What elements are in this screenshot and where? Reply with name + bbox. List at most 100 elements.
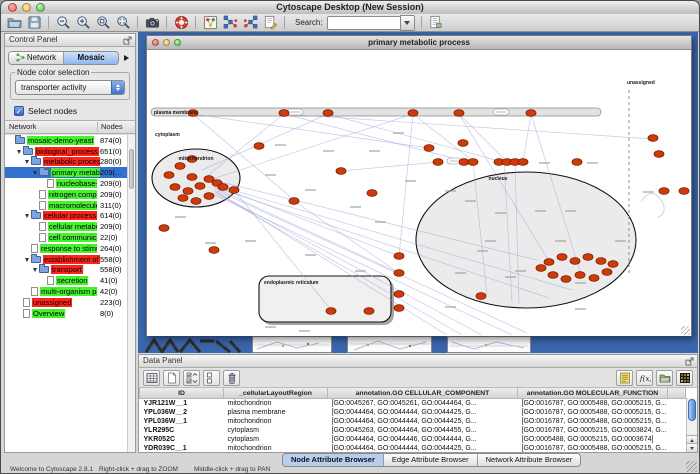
tree-item-secretion[interactable]: secretion41(0): [5, 275, 135, 286]
column-header-id[interactable]: ID: [140, 388, 224, 399]
heatmap-button[interactable]: [676, 370, 693, 386]
formula-button[interactable]: f(x): [636, 370, 653, 386]
graph-node[interactable]: [159, 225, 169, 232]
tree-item-cellular-metabo[interactable]: cellular metabo209(0): [5, 221, 135, 232]
delete-attribute-button[interactable]: [223, 370, 240, 386]
network-graph[interactable]: plasma membranecytoplasmmitochondrionnuc…: [147, 50, 691, 335]
window-resize-grip[interactable]: [686, 461, 697, 472]
window-titlebar[interactable]: Cytoscape Desktop (New Session): [1, 1, 699, 15]
graph-node[interactable]: [476, 293, 486, 300]
graph-node[interactable]: [175, 163, 185, 170]
table-cell[interactable]: [GO:0016787, GO:0005488, GO:0005215, G..…: [518, 399, 668, 409]
graph-node[interactable]: [583, 254, 593, 261]
expander-icon[interactable]: [31, 265, 39, 274]
save-session-button[interactable]: [26, 15, 42, 31]
tree-item-mosaic-demo-yeast[interactable]: mosaic-demo-yeast874(0): [5, 135, 135, 146]
graph-node[interactable]: [187, 174, 197, 181]
new-attribute-button[interactable]: [163, 370, 180, 386]
scroll-down-button[interactable]: [687, 443, 697, 452]
column-header-annotation-go-molecular-function[interactable]: annotation.GO MOLECULAR_FUNCTION: [518, 388, 668, 399]
tree-item-response-to-stimul[interactable]: response to stimul264(0): [5, 243, 135, 254]
help-button[interactable]: [173, 15, 189, 31]
table-cell[interactable]: [GO:0045263, GO:0044464, GO:0044455, G..…: [328, 426, 518, 435]
search-dropdown-button[interactable]: [400, 15, 415, 31]
graph-node[interactable]: [575, 272, 585, 279]
network-import-button[interactable]: [222, 15, 238, 31]
select-nodes-checkbox[interactable]: ✓: [14, 106, 24, 116]
background-window-fragment[interactable]: [252, 336, 332, 353]
tree-item-multi-organism-pro[interactable]: multi-organism pro42(0): [5, 286, 135, 297]
tree-item-transport[interactable]: transport558(0): [5, 265, 135, 276]
tree-scrollbar-thumb[interactable]: [129, 149, 134, 189]
graph-node[interactable]: [602, 269, 612, 276]
graph-node[interactable]: [204, 193, 214, 200]
table-cell[interactable]: mitochondrion: [224, 417, 328, 426]
table-cell[interactable]: [GO:0016787, GO:0005488, GO:0005215, G..…: [518, 417, 668, 426]
graph-node[interactable]: [544, 259, 554, 266]
table-cell[interactable]: plasma membrane: [224, 408, 328, 417]
table-cell[interactable]: [GO:0044464, GO:0044444, GO:0044425, G..…: [328, 444, 518, 452]
table-cell[interactable]: [GO:0045267, GO:0045261, GO:0044464, G..…: [328, 399, 518, 409]
plugin-button[interactable]: [428, 15, 444, 31]
zoom-selected-button[interactable]: [95, 15, 111, 31]
table-cell[interactable]: [GO:0044464, GO:0044446, GO:0044444, G..…: [328, 435, 518, 444]
graph-node[interactable]: [209, 247, 219, 254]
graph-node[interactable]: [289, 198, 299, 205]
table-cell[interactable]: YPL036W__1: [140, 417, 224, 426]
search-input[interactable]: [327, 16, 400, 30]
tree-item-establishment-of-lo[interactable]: establishment of lo558(0): [5, 254, 135, 265]
table-scrollbar-thumb[interactable]: [688, 399, 696, 421]
tree-item-primary-metabo[interactable]: primary metabo209(...: [5, 167, 135, 178]
network-canvas[interactable]: plasma membranecytoplasmmitochondrionnuc…: [147, 50, 691, 336]
graph-node[interactable]: [572, 159, 582, 166]
expander-icon[interactable]: [23, 255, 31, 264]
tree-item-cell-communicat[interactable]: cell communicat22(0): [5, 232, 135, 243]
snapshot-button[interactable]: [144, 15, 160, 31]
graph-node[interactable]: [170, 184, 180, 191]
table-cell[interactable]: YJR121W__1: [140, 399, 224, 409]
minimize-button[interactable]: [163, 39, 170, 46]
column-header-cellularlayoutregion[interactable]: _cellularLayoutRegion: [224, 388, 328, 399]
expander-icon[interactable]: [31, 168, 39, 177]
tree-column-network[interactable]: Network: [5, 122, 37, 131]
table-cell[interactable]: cytoplasm: [224, 426, 328, 435]
table-cell[interactable]: YPL036W__2: [140, 408, 224, 417]
float-panel-button[interactable]: [685, 357, 694, 366]
background-window-fragment[interactable]: [447, 336, 531, 353]
graph-node[interactable]: [648, 135, 658, 142]
column-divider[interactable]: [97, 122, 98, 132]
graph-node[interactable]: [679, 188, 689, 195]
tree-item-biological-process[interactable]: biological_process651(0): [5, 146, 135, 157]
tree-item-overview[interactable]: Overview8(0): [5, 308, 135, 319]
graph-node[interactable]: [468, 159, 478, 166]
graph-node[interactable]: [394, 270, 404, 277]
graph-node[interactable]: [424, 145, 434, 152]
table-cell[interactable]: mitochondrion: [224, 399, 328, 409]
graph-node[interactable]: [557, 254, 567, 261]
zoom-fit-button[interactable]: [115, 15, 131, 31]
annotation-button[interactable]: [262, 15, 278, 31]
expander-icon[interactable]: [15, 147, 23, 156]
graph-node[interactable]: [336, 168, 346, 175]
graph-node[interactable]: [454, 110, 464, 117]
tab-mosaic[interactable]: Mosaic: [64, 52, 118, 64]
graph-node[interactable]: [178, 195, 188, 202]
table-cell[interactable]: [GO:0044464, GO:0044444, GO:0044425, G..…: [328, 408, 518, 417]
table-cell[interactable]: mitochondrion: [224, 444, 328, 452]
graph-node[interactable]: [408, 110, 418, 117]
dropdown-stepper[interactable]: [111, 81, 124, 94]
graph-node[interactable]: [570, 258, 580, 265]
network-overlay-button[interactable]: [242, 15, 258, 31]
graph-node[interactable]: [536, 265, 546, 272]
table-scrollbar[interactable]: [686, 398, 697, 452]
color-attribute-dropdown[interactable]: transporter activity: [15, 80, 125, 95]
graph-node[interactable]: [596, 258, 606, 265]
graph-node[interactable]: [433, 159, 443, 166]
tab-network[interactable]: Network: [9, 52, 64, 64]
zoom-out-button[interactable]: [55, 15, 71, 31]
zoom-window-button[interactable]: [174, 39, 181, 46]
tree-item-cellular-process[interactable]: cellular process614(0): [5, 211, 135, 222]
table-row[interactable]: YJR121W__1mitochondrion[GO:0045267, GO:0…: [140, 399, 686, 409]
graph-node[interactable]: [589, 275, 599, 282]
graph-node[interactable]: [608, 261, 618, 268]
